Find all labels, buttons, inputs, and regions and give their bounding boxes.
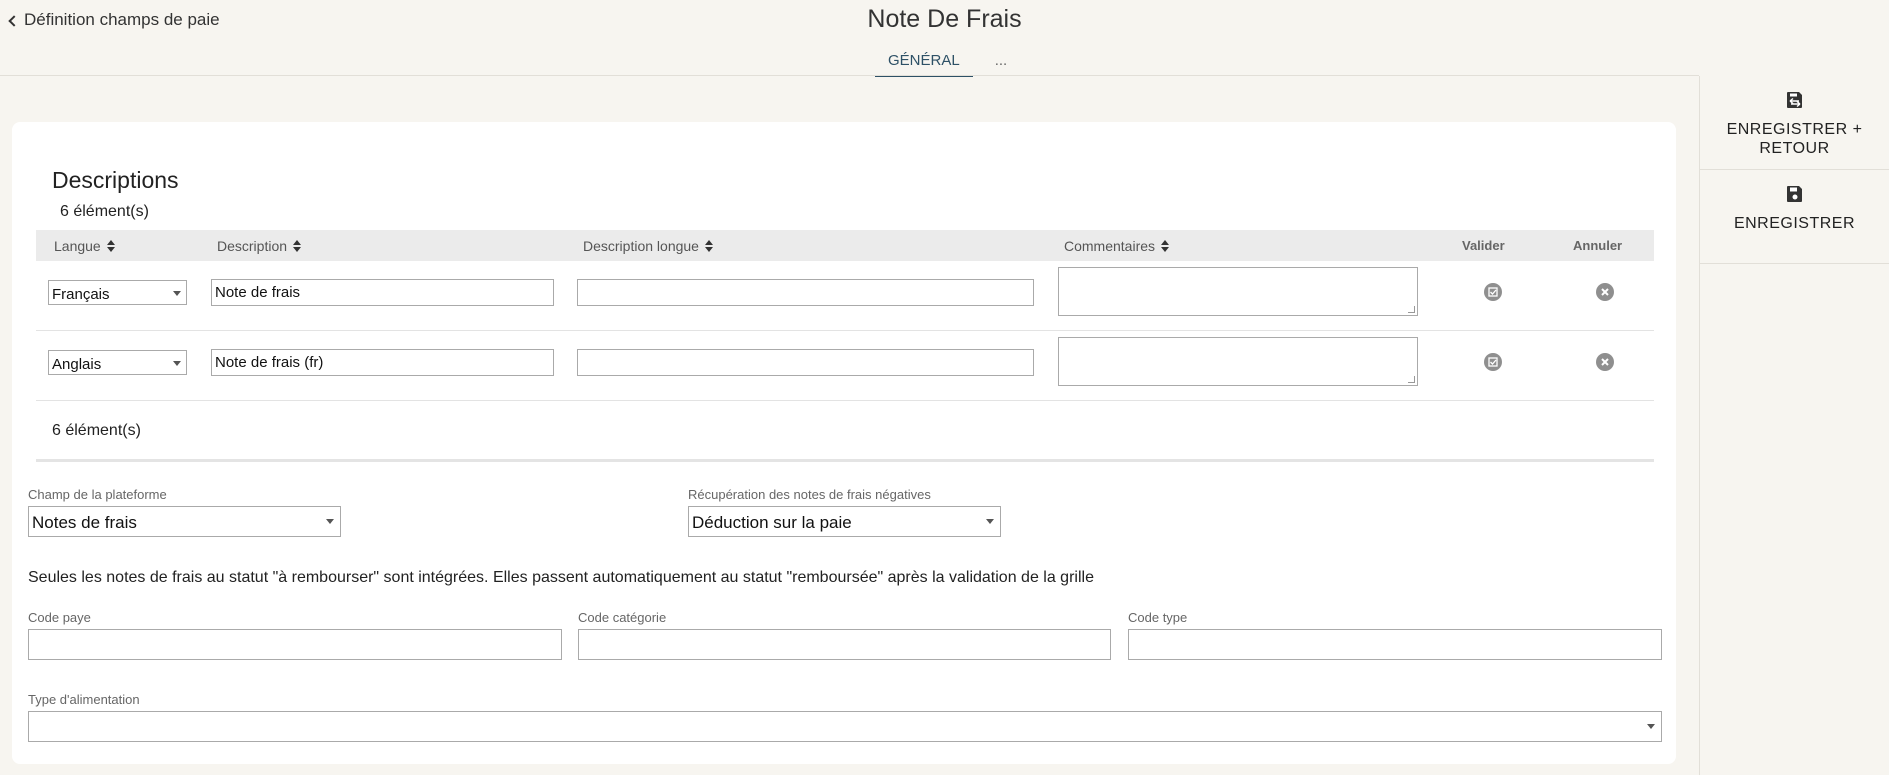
close-circle-icon [1601, 288, 1609, 296]
resize-grip-icon[interactable] [1408, 306, 1415, 313]
recuperation-label: Récupération des notes de frais négative… [688, 487, 931, 502]
validate-button[interactable] [1484, 283, 1502, 301]
commentaires-textarea[interactable] [1058, 267, 1418, 316]
type-alimentation-label: Type d'alimentation [28, 692, 140, 707]
tab-general[interactable]: GÉNÉRAL [875, 52, 973, 77]
chevron-down-icon [986, 519, 994, 524]
column-header-annuler: Annuler [1573, 238, 1623, 253]
code-categorie-label: Code catégorie [578, 610, 667, 625]
description-input[interactable]: Note de frais (fr) [211, 349, 554, 376]
check-circle-icon [1488, 357, 1498, 367]
action-panel: ENREGISTRER + RETOUR ENREGISTRER [1699, 76, 1889, 775]
chevron-down-icon [326, 519, 334, 524]
code-categorie-input[interactable] [578, 629, 1111, 660]
chevron-down-icon [173, 361, 181, 366]
column-header-valider: Valider [1462, 238, 1505, 253]
table-row: Anglais Note de frais (fr) [36, 331, 1654, 401]
code-type-input[interactable] [1128, 629, 1662, 660]
resize-grip-icon[interactable] [1408, 376, 1415, 383]
chevron-down-icon [1647, 724, 1655, 729]
close-circle-icon [1601, 358, 1609, 366]
save-button[interactable]: ENREGISTRER [1700, 170, 1889, 264]
header-divider [0, 75, 1699, 76]
validate-button[interactable] [1484, 353, 1502, 371]
page-title: Note De Frais [867, 5, 1022, 33]
champ-plateforme-select[interactable]: Notes de frais [28, 506, 341, 537]
sort-icon [704, 239, 713, 252]
code-paye-input[interactable] [28, 629, 562, 660]
sort-icon [106, 239, 115, 252]
table-divider [36, 459, 1654, 462]
tab-bar: GÉNÉRAL ... [875, 52, 1020, 77]
save-return-button[interactable]: ENREGISTRER + RETOUR [1700, 76, 1889, 170]
description-longue-input[interactable] [577, 279, 1034, 306]
table-header: Langue Description Description longue Co… [36, 230, 1654, 261]
champ-plateforme-label: Champ de la plateforme [28, 487, 167, 502]
chevron-down-icon [173, 291, 181, 296]
item-count-bottom: 6 élément(s) [52, 422, 141, 439]
commentaires-textarea[interactable] [1058, 337, 1418, 386]
code-paye-label: Code paye [28, 610, 91, 625]
save-label: ENREGISTRER [1733, 215, 1856, 232]
column-header-description-longue[interactable]: Description longue [583, 238, 713, 254]
type-alimentation-select[interactable] [28, 711, 1662, 742]
langue-select[interactable]: Français [48, 280, 187, 305]
table-row: Français Note de frais [36, 261, 1654, 331]
code-type-label: Code type [1128, 610, 1188, 625]
section-title: Descriptions [52, 167, 179, 193]
main-card: Descriptions 6 élément(s) Langue Descrip… [12, 122, 1676, 764]
column-header-langue[interactable]: Langue [54, 238, 115, 254]
sort-icon [293, 239, 302, 252]
info-text: Seules les notes de frais au statut "à r… [28, 569, 1094, 586]
check-circle-icon [1488, 287, 1498, 297]
sort-icon [1161, 239, 1170, 252]
descriptions-table: Langue Description Description longue Co… [36, 230, 1654, 401]
floppy-disk-icon [1786, 186, 1802, 202]
cancel-button[interactable] [1596, 353, 1614, 371]
description-input[interactable]: Note de frais [211, 279, 554, 306]
column-header-description[interactable]: Description [217, 238, 302, 254]
description-longue-input[interactable] [577, 349, 1034, 376]
column-header-commentaires[interactable]: Commentaires [1064, 238, 1170, 254]
save-return-label: ENREGISTRER + RETOUR [1726, 121, 1863, 157]
recuperation-select[interactable]: Déduction sur la paie [688, 506, 1001, 537]
cancel-button[interactable] [1596, 283, 1614, 301]
tab-more[interactable]: ... [993, 52, 1021, 77]
save-return-icon [1786, 92, 1802, 108]
langue-select[interactable]: Anglais [48, 350, 187, 375]
item-count-top: 6 élément(s) [60, 203, 149, 220]
